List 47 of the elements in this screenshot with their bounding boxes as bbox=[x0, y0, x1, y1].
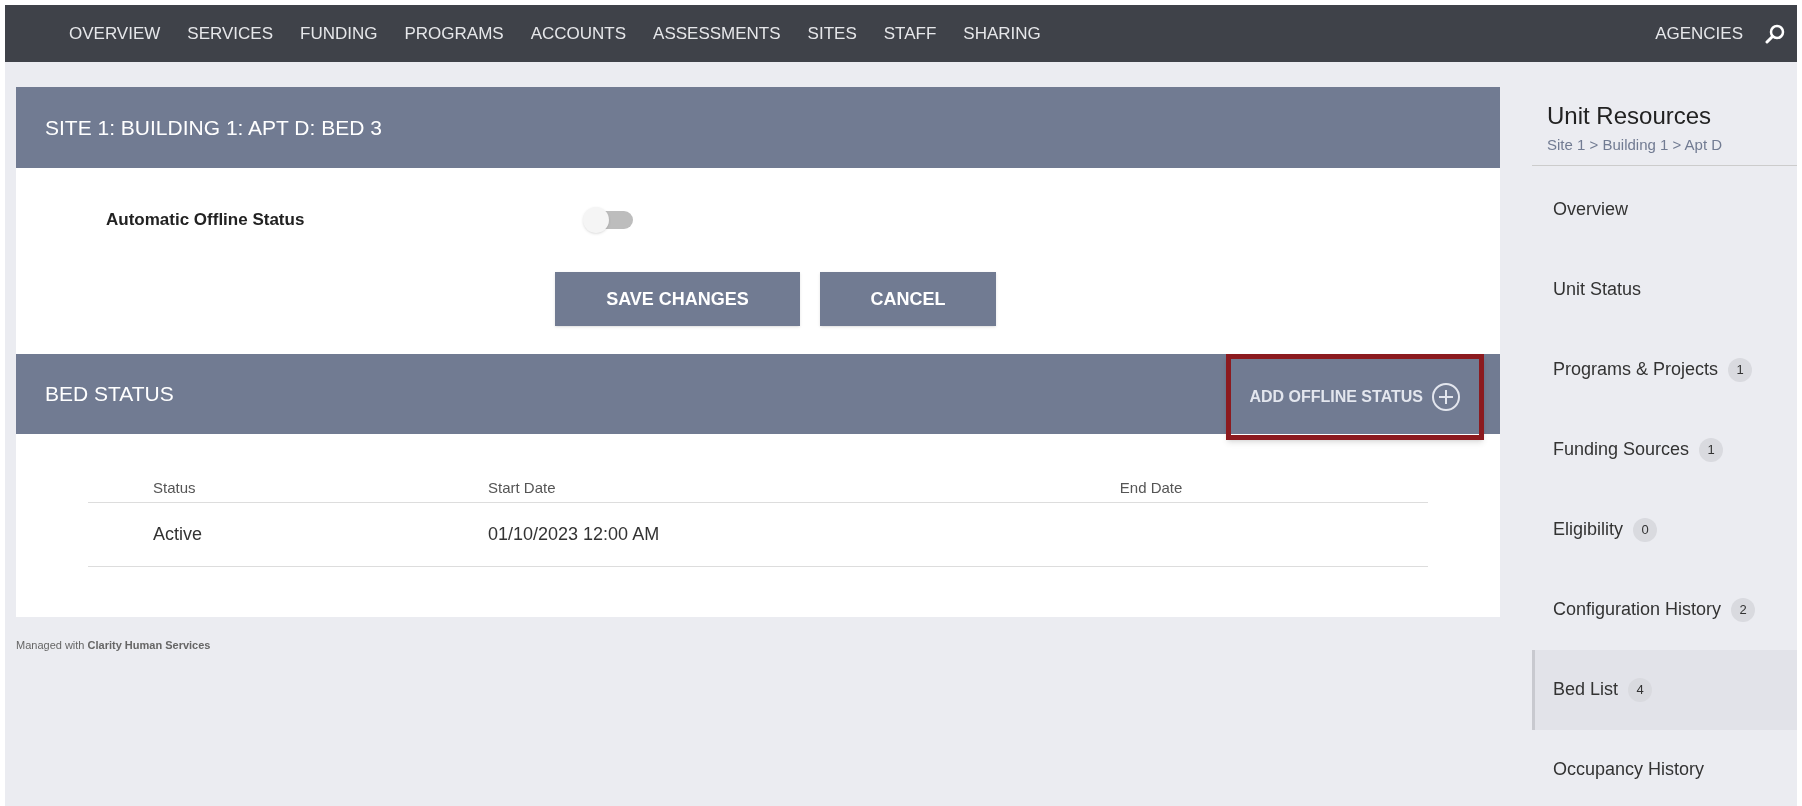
nav-link[interactable]: SITES bbox=[807, 20, 857, 47]
cancel-button[interactable]: CANCEL bbox=[820, 272, 996, 326]
count-badge: 1 bbox=[1699, 437, 1724, 462]
sidebar-item[interactable]: Programs & Projects 1 bbox=[1532, 329, 1797, 410]
nav-link[interactable]: STAFF bbox=[883, 20, 937, 47]
section-title: BED STATUS bbox=[45, 381, 175, 408]
sidebar-title: Unit Resources bbox=[1547, 101, 1713, 131]
sidebar-item[interactable]: Configuration History 2 bbox=[1532, 569, 1797, 650]
sidebar-item[interactable]: Bed List 4 bbox=[1532, 649, 1797, 730]
nav-link[interactable]: ASSESSMENTS bbox=[653, 20, 781, 47]
sidebar-item[interactable]: Eligibility 0 bbox=[1532, 489, 1797, 570]
sidebar-item-label: Programs & Projects bbox=[1553, 358, 1719, 381]
table-cell: Active bbox=[153, 524, 203, 544]
agencies-link[interactable]: AGENCIES bbox=[1655, 20, 1743, 47]
sidebar-item-label: Overview bbox=[1553, 198, 1628, 221]
sidebar-item[interactable]: Unit Status bbox=[1532, 249, 1797, 330]
sidebar-item-label: Bed List bbox=[1553, 678, 1619, 701]
table-cell: 01/10/2023 12:00 AM bbox=[488, 524, 660, 544]
count-badge: 1 bbox=[1728, 357, 1753, 382]
toggle-switch[interactable] bbox=[583, 207, 635, 233]
footer-text: Managed with Clarity Human Services bbox=[16, 638, 212, 653]
sidebar-item-label: Occupancy History bbox=[1553, 758, 1705, 781]
sidebar-item-label: Unit Status bbox=[1553, 278, 1642, 301]
count-badge: 2 bbox=[1731, 597, 1756, 622]
toggle-label: Automatic Offline Status bbox=[106, 209, 306, 232]
sidebar-breadcrumb: Site 1 > Building 1 > Apt D bbox=[1547, 135, 1724, 155]
sidebar-item[interactable]: Funding Sources 1 bbox=[1532, 409, 1797, 490]
search-icon[interactable] bbox=[1765, 23, 1785, 44]
column-header: Status bbox=[153, 479, 196, 496]
panel-title: SITE 1: BUILDING 1: APT D: BED 3 bbox=[45, 114, 382, 141]
nav-link[interactable]: SHARING bbox=[963, 20, 1041, 47]
nav-link[interactable]: FUNDING bbox=[300, 20, 378, 47]
sidebar-item-label: Configuration History bbox=[1553, 598, 1722, 621]
nav-link[interactable]: OVERVIEW bbox=[69, 20, 161, 47]
sidebar-item-label: Eligibility bbox=[1553, 518, 1624, 541]
nav-link[interactable]: ACCOUNTS bbox=[530, 20, 627, 47]
count-badge: 0 bbox=[1633, 517, 1658, 542]
column-header: Start Date bbox=[488, 479, 556, 496]
nav-link[interactable]: SERVICES bbox=[187, 20, 273, 47]
column-header: End Date bbox=[1119, 479, 1183, 496]
sidebar-item[interactable]: Occupancy History bbox=[1532, 729, 1797, 806]
count-badge: 4 bbox=[1628, 677, 1653, 702]
save-changes-button[interactable]: SAVE CHANGES bbox=[555, 272, 800, 326]
sidebar-item[interactable]: Overview bbox=[1532, 169, 1797, 250]
plus-circle-icon bbox=[1431, 382, 1461, 412]
nav-link[interactable]: PROGRAMS bbox=[404, 20, 504, 47]
sidebar-item-label: Funding Sources bbox=[1553, 438, 1690, 461]
